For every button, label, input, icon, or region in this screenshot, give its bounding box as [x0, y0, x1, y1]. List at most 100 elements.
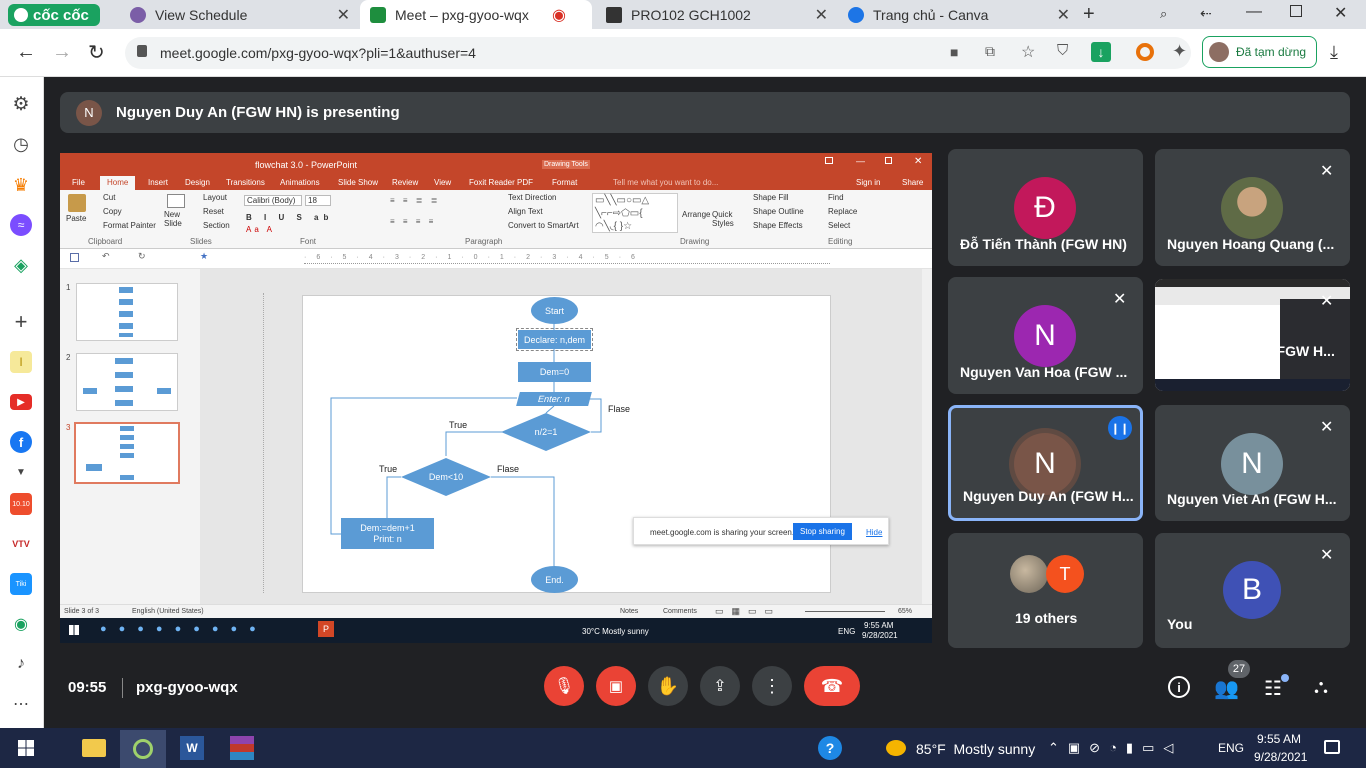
powerpoint-taskbar-icon[interactable]: P [318, 621, 334, 637]
close-window-icon[interactable]: ✕ [1334, 3, 1347, 23]
flow-start[interactable]: Start [531, 297, 578, 324]
coccoc-logo[interactable]: cốc cốc [8, 4, 100, 26]
ppt-minimize-icon[interactable]: — [856, 156, 865, 166]
copy-button[interactable]: Copy [103, 207, 122, 216]
taskbar-lang[interactable]: ENG [1218, 741, 1244, 755]
comments-button[interactable]: Comments [663, 608, 697, 615]
ppt-tab-insert[interactable]: Insert [148, 178, 168, 187]
flow-declare[interactable]: Declare: n,dem [516, 328, 593, 351]
downloads-icon[interactable]: ⤓ [1330, 42, 1338, 63]
participant-tile[interactable]: Đ Đỗ Tiến Thành (FGW HN) [948, 149, 1143, 266]
leave-call-button[interactable]: ☎ [804, 666, 860, 706]
maps-icon[interactable]: ◉ [10, 613, 32, 635]
smartart-button[interactable]: Convert to SmartArt [508, 221, 579, 230]
notes-button[interactable]: Notes [620, 608, 638, 615]
ppt-tab-review[interactable]: Review [392, 178, 418, 187]
back-icon[interactable]: ← [16, 41, 36, 64]
ppt-tell-me[interactable]: Tell me what you want to do... [613, 178, 718, 187]
tab-canva[interactable]: Trang chủ - Canva ✕ [838, 0, 1078, 29]
flow-dem0[interactable]: Dem=0 [518, 362, 591, 382]
tab-meet[interactable]: Meet – pxg-gyoo-wqx ◉ [360, 0, 592, 29]
settings-icon[interactable]: ⚙ [10, 93, 32, 115]
arrange-button[interactable]: Arrange [682, 210, 710, 219]
redo-icon[interactable]: ↻ [138, 251, 146, 262]
flow-end[interactable]: End. [531, 566, 578, 593]
windows-start-icon[interactable] [14, 736, 38, 760]
star-icon[interactable]: ★ [200, 251, 208, 262]
flow-print[interactable]: Dem:=dem+1 Print: n [341, 518, 434, 549]
url-field[interactable]: meet.google.com/pxg-gyoo-wqx?pli=1&authu… [125, 37, 1191, 69]
minimize-icon[interactable]: — [1246, 3, 1262, 21]
ppt-tab-foxit[interactable]: Foxit Reader PDF [469, 178, 533, 187]
shape-effects-button[interactable]: Shape Effects [753, 221, 803, 230]
cut-button[interactable]: Cut [103, 193, 115, 202]
chat-icon[interactable]: ☷ [1264, 676, 1282, 701]
ppt-tab-design[interactable]: Design [185, 178, 210, 187]
add-icon[interactable]: + [10, 309, 32, 334]
participant-tile[interactable]: N Nguyen Van Hoa (FGW ... ✕ [948, 277, 1143, 394]
others-tile[interactable]: T 19 others [948, 533, 1143, 648]
notification-bell-icon[interactable]: ♪ [10, 653, 32, 675]
shopee-icon[interactable]: 10.10 [10, 493, 32, 515]
close-icon[interactable]: ✕ [815, 5, 828, 25]
slide-thumbnail-1[interactable] [76, 283, 178, 341]
tiki-icon[interactable]: Tiki [10, 573, 32, 595]
ppt-ribbon-options-icon[interactable] [825, 157, 833, 164]
presentation-tile[interactable]: Đỗ Tiến Thành (FGW H... (Presentation) ✕ [1155, 279, 1350, 391]
maximize-icon[interactable] [1290, 5, 1302, 17]
quick-styles-button[interactable]: Quick Styles [712, 210, 738, 228]
font-color-buttons[interactable]: Aa A [246, 225, 275, 234]
align-buttons[interactable]: ≡ ≡ ≡ ≡ [390, 217, 436, 226]
new-slide-label[interactable]: New Slide [164, 210, 186, 228]
people-icon[interactable]: 👥 [1214, 676, 1239, 701]
reload-icon[interactable]: ↻ [88, 40, 105, 65]
windows-icon[interactable] [69, 625, 79, 635]
close-icon[interactable]: ✕ [1057, 5, 1070, 25]
more-icon[interactable]: ⋯ [10, 693, 32, 715]
tab-view-schedule[interactable]: View Schedule ✕ [120, 0, 358, 29]
file-explorer-icon[interactable] [82, 739, 106, 757]
extension-icon[interactable] [1136, 43, 1154, 61]
chevron-down-icon[interactable]: ▼ [10, 461, 32, 483]
bookmark-star-icon[interactable]: ☆ [1021, 42, 1035, 62]
text-direction-button[interactable]: Text Direction [508, 193, 556, 202]
shield-icon[interactable]: ⛉ [1057, 42, 1068, 59]
hide-button[interactable]: Hide [866, 528, 882, 537]
help-icon[interactable]: ? [818, 736, 842, 760]
shape-fill-button[interactable]: Shape Fill [753, 193, 789, 202]
ppt-close-icon[interactable]: ✕ [914, 156, 922, 167]
ppt-tab-home[interactable]: Home [100, 176, 136, 190]
new-slide-icon[interactable] [167, 194, 185, 208]
taskbar-date[interactable]: 9/28/2021 [1254, 750, 1307, 764]
youtube-icon[interactable]: ▶ [10, 394, 32, 410]
replace-button[interactable]: Replace [828, 207, 857, 216]
mic-toggle-button[interactable]: 🎙 [544, 666, 584, 706]
ppt-sign-in[interactable]: Sign in [856, 178, 880, 187]
section-button[interactable]: Section [203, 221, 230, 230]
forward-icon[interactable]: → [52, 41, 72, 64]
back-history-icon[interactable]: ⇠ [1200, 5, 1212, 22]
participant-tile[interactable]: N Nguyen Viet An (FGW H... ✕ [1155, 405, 1350, 521]
game-icon[interactable]: ◈ [10, 254, 32, 276]
slide-thumbnail-3[interactable] [74, 422, 180, 484]
camera-toggle-button[interactable]: ▣ [596, 666, 636, 706]
taskbar-weather[interactable]: 85°F Mostly sunny [916, 741, 1035, 757]
active-participant-tile[interactable]: N Nguyen Duy An (FGW H... ❙❙ [948, 405, 1143, 521]
find-button[interactable]: Find [828, 193, 844, 202]
info-icon[interactable]: i [1168, 676, 1190, 698]
participant-tile[interactable]: Nguyen Hoang Quang (... ✕ [1155, 149, 1350, 266]
new-tab-icon[interactable]: + [1083, 3, 1095, 26]
select-button[interactable]: Select [828, 221, 850, 230]
self-tile[interactable]: B You ✕ [1155, 533, 1350, 648]
paragraph-buttons[interactable]: ≡ ≡ ≣ ≣ [390, 196, 440, 205]
facebook-icon[interactable]: f [10, 431, 32, 453]
ppt-maximize-icon[interactable] [885, 157, 892, 164]
view-buttons[interactable]: ▭▦▭▭ [715, 606, 781, 617]
coccoc-taskbar-icon[interactable] [120, 730, 166, 768]
winrar-icon[interactable] [230, 736, 254, 760]
reset-button[interactable]: Reset [203, 207, 224, 216]
taskbar-time[interactable]: 9:55 AM [1257, 732, 1301, 746]
taskbar-apps-icon[interactable]: ●●●●●●●●● [100, 623, 268, 635]
format-painter-button[interactable]: Format Painter [103, 221, 156, 230]
raise-hand-button[interactable]: ✋ [648, 666, 688, 706]
